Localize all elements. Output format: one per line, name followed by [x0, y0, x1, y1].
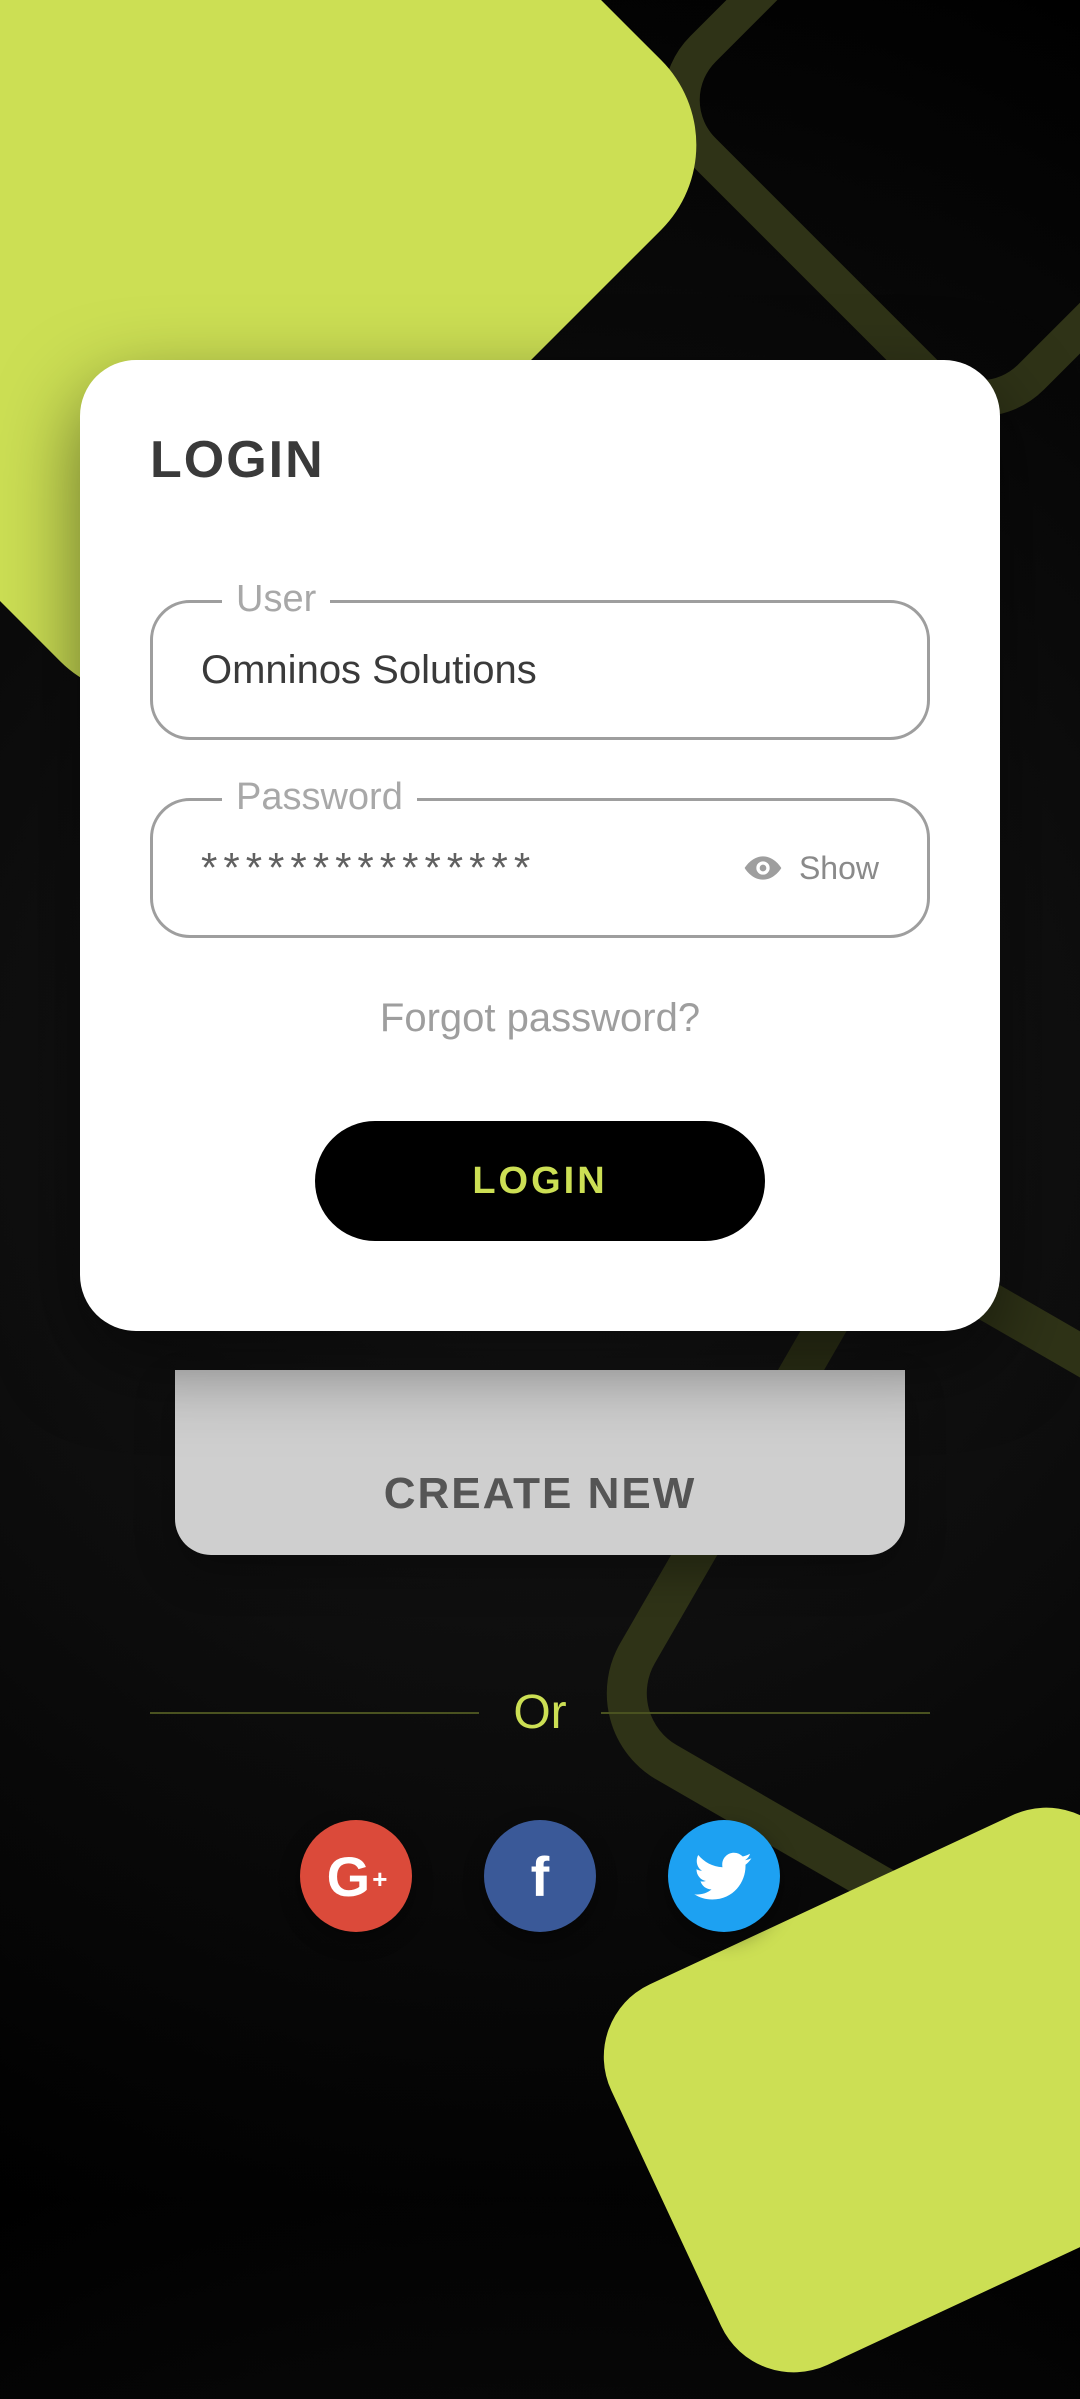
divider-line: [601, 1712, 930, 1714]
login-button[interactable]: LOGIN: [315, 1121, 765, 1241]
password-field-wrap: Password Show: [150, 798, 930, 938]
facebook-icon: f: [531, 1844, 550, 1909]
user-input[interactable]: [201, 648, 879, 693]
user-field-border: [150, 600, 930, 740]
forgot-password-link[interactable]: Forgot password?: [150, 996, 930, 1041]
divider-line: [150, 1712, 479, 1714]
or-text: Or: [513, 1685, 566, 1740]
login-title: LOGIN: [150, 430, 930, 490]
social-login-row: G+ f: [0, 1820, 1080, 1932]
show-password-toggle[interactable]: Show: [743, 848, 879, 888]
user-field-wrap: User: [150, 600, 930, 740]
twitter-button[interactable]: [668, 1820, 780, 1932]
create-new-label: CREATE NEW: [384, 1469, 697, 1519]
password-field-border: Show: [150, 798, 930, 938]
google-plus-button[interactable]: G+: [300, 1820, 412, 1932]
show-label: Show: [799, 850, 879, 887]
create-new-button[interactable]: CREATE NEW: [175, 1370, 905, 1555]
eye-icon: [743, 848, 783, 888]
user-label: User: [222, 578, 330, 621]
twitter-icon: [694, 1846, 754, 1906]
or-divider: Or: [150, 1685, 930, 1740]
google-icon: G+: [327, 1844, 386, 1909]
facebook-button[interactable]: f: [484, 1820, 596, 1932]
login-card: LOGIN User Password Show Forgot password…: [80, 360, 1000, 1331]
password-input[interactable]: [201, 844, 743, 892]
password-label: Password: [222, 776, 417, 819]
